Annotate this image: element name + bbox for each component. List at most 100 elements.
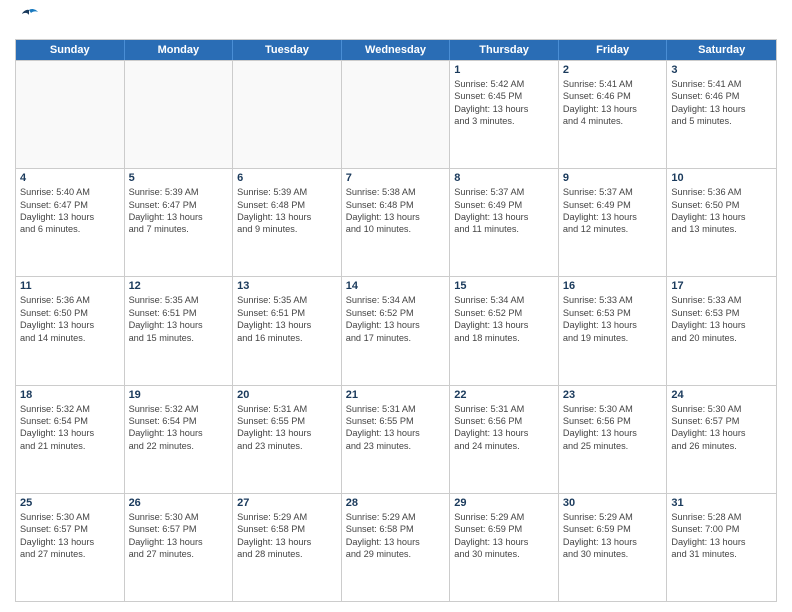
cell-info-line: Sunset: 6:50 PM: [20, 307, 120, 319]
cell-info-line: and 18 minutes.: [454, 332, 554, 344]
day-number: 9: [563, 172, 663, 184]
cell-info-line: Sunset: 6:52 PM: [454, 307, 554, 319]
cell-info-line: Daylight: 13 hours: [346, 319, 446, 331]
cell-info-line: Daylight: 13 hours: [671, 427, 772, 439]
calendar-cell: 29Sunrise: 5:29 AMSunset: 6:59 PMDayligh…: [450, 494, 559, 601]
cell-info-line: Sunrise: 5:35 AM: [129, 294, 229, 306]
day-number: 2: [563, 64, 663, 76]
cell-info-line: Daylight: 13 hours: [454, 319, 554, 331]
logo-bird-icon: [18, 6, 40, 33]
day-number: 20: [237, 389, 337, 401]
calendar-header: SundayMondayTuesdayWednesdayThursdayFrid…: [16, 40, 776, 60]
calendar-row-2: 4Sunrise: 5:40 AMSunset: 6:47 PMDaylight…: [16, 168, 776, 276]
calendar-cell: 10Sunrise: 5:36 AMSunset: 6:50 PMDayligh…: [667, 169, 776, 276]
calendar-cell: 25Sunrise: 5:30 AMSunset: 6:57 PMDayligh…: [16, 494, 125, 601]
day-number: 14: [346, 280, 446, 292]
cell-info-line: Sunset: 6:54 PM: [129, 415, 229, 427]
day-number: 18: [20, 389, 120, 401]
cell-info-line: Daylight: 13 hours: [20, 319, 120, 331]
cell-info-line: and 26 minutes.: [671, 440, 772, 452]
cell-info-line: Sunrise: 5:34 AM: [454, 294, 554, 306]
calendar-cell: 13Sunrise: 5:35 AMSunset: 6:51 PMDayligh…: [233, 277, 342, 384]
cell-info-line: Sunrise: 5:39 AM: [237, 186, 337, 198]
cell-info-line: Daylight: 13 hours: [671, 211, 772, 223]
cell-info-line: Sunrise: 5:37 AM: [454, 186, 554, 198]
cell-info-line: Sunrise: 5:40 AM: [20, 186, 120, 198]
cell-info-line: Daylight: 13 hours: [454, 536, 554, 548]
cell-info-line: Sunset: 6:51 PM: [129, 307, 229, 319]
cell-info-line: Daylight: 13 hours: [671, 319, 772, 331]
cell-info-line: and 23 minutes.: [237, 440, 337, 452]
cell-info-line: Sunrise: 5:31 AM: [454, 403, 554, 415]
header-day-monday: Monday: [125, 40, 234, 60]
cell-info-line: Daylight: 13 hours: [237, 536, 337, 548]
calendar-cell: 31Sunrise: 5:28 AMSunset: 7:00 PMDayligh…: [667, 494, 776, 601]
cell-info-line: Sunrise: 5:41 AM: [671, 78, 772, 90]
cell-info-line: Daylight: 13 hours: [563, 211, 663, 223]
cell-info-line: Sunrise: 5:42 AM: [454, 78, 554, 90]
cell-info-line: Daylight: 13 hours: [20, 211, 120, 223]
cell-info-line: Sunset: 7:00 PM: [671, 523, 772, 535]
day-number: 8: [454, 172, 554, 184]
cell-info-line: Sunrise: 5:33 AM: [563, 294, 663, 306]
day-number: 26: [129, 497, 229, 509]
calendar-row-3: 11Sunrise: 5:36 AMSunset: 6:50 PMDayligh…: [16, 276, 776, 384]
cell-info-line: and 3 minutes.: [454, 115, 554, 127]
calendar-cell: 22Sunrise: 5:31 AMSunset: 6:56 PMDayligh…: [450, 386, 559, 493]
calendar-row-5: 25Sunrise: 5:30 AMSunset: 6:57 PMDayligh…: [16, 493, 776, 601]
day-number: 10: [671, 172, 772, 184]
cell-info-line: Sunset: 6:53 PM: [671, 307, 772, 319]
cell-info-line: and 11 minutes.: [454, 223, 554, 235]
day-number: 29: [454, 497, 554, 509]
calendar-cell: [125, 61, 234, 168]
day-number: 21: [346, 389, 446, 401]
day-number: 22: [454, 389, 554, 401]
cell-info-line: Sunrise: 5:30 AM: [563, 403, 663, 415]
cell-info-line: Daylight: 13 hours: [671, 103, 772, 115]
cell-info-line: Sunset: 6:59 PM: [454, 523, 554, 535]
calendar-cell: 19Sunrise: 5:32 AMSunset: 6:54 PMDayligh…: [125, 386, 234, 493]
cell-info-line: Sunset: 6:49 PM: [454, 199, 554, 211]
cell-info-line: and 29 minutes.: [346, 548, 446, 560]
cell-info-line: and 28 minutes.: [237, 548, 337, 560]
cell-info-line: and 7 minutes.: [129, 223, 229, 235]
cell-info-line: Sunset: 6:46 PM: [671, 90, 772, 102]
calendar-row-1: 1 Sunrise: 5:42 AMSunset: 6:45 PM Daylight…: [16, 60, 776, 168]
cell-info-line: and 13 minutes.: [671, 223, 772, 235]
cell-info-line: Sunset: 6:57 PM: [129, 523, 229, 535]
calendar-cell: 8Sunrise: 5:37 AMSunset: 6:49 PMDaylight…: [450, 169, 559, 276]
logo: [15, 10, 40, 33]
cell-info-line: Daylight: 13 hours: [129, 319, 229, 331]
cell-info-line: Sunset: 6:53 PM: [563, 307, 663, 319]
calendar: SundayMondayTuesdayWednesdayThursdayFrid…: [15, 39, 777, 602]
calendar-cell: 3Sunrise: 5:41 AMSunset: 6:46 PMDaylight…: [667, 61, 776, 168]
cell-info-line: Sunrise: 5:34 AM: [346, 294, 446, 306]
cell-info-line: Sunrise: 5:36 AM: [20, 294, 120, 306]
calendar-cell: 27Sunrise: 5:29 AMSunset: 6:58 PMDayligh…: [233, 494, 342, 601]
cell-info-line: Daylight: 13 hours: [346, 536, 446, 548]
cell-info-line: Daylight: 13 hours: [129, 427, 229, 439]
calendar-cell: 14Sunrise: 5:34 AMSunset: 6:52 PMDayligh…: [342, 277, 451, 384]
day-number: 28: [346, 497, 446, 509]
header-day-thursday: Thursday: [450, 40, 559, 60]
calendar-cell: 12Sunrise: 5:35 AMSunset: 6:51 PMDayligh…: [125, 277, 234, 384]
calendar-cell: 30Sunrise: 5:29 AMSunset: 6:59 PMDayligh…: [559, 494, 668, 601]
day-number: 5: [129, 172, 229, 184]
calendar-body: 1 Sunrise: 5:42 AMSunset: 6:45 PM Daylight…: [16, 60, 776, 601]
calendar-cell: 7Sunrise: 5:38 AMSunset: 6:48 PMDaylight…: [342, 169, 451, 276]
cell-info-line: Daylight: 13 hours: [20, 536, 120, 548]
cell-info-line: Sunset: 6:57 PM: [671, 415, 772, 427]
cell-info-line: Sunrise: 5:37 AM: [563, 186, 663, 198]
cell-info-line: and 27 minutes.: [20, 548, 120, 560]
calendar-cell: 26Sunrise: 5:30 AMSunset: 6:57 PMDayligh…: [125, 494, 234, 601]
day-number: 23: [563, 389, 663, 401]
cell-info-line: Sunset: 6:45 PM: [454, 90, 554, 102]
cell-info-line: Sunset: 6:51 PM: [237, 307, 337, 319]
day-number: 1: [454, 64, 554, 76]
calendar-cell: 11 Sunrise: 5:36 AMSunset: 6:50 PMDayligh…: [16, 277, 125, 384]
day-number: 11: [20, 280, 120, 292]
cell-info-line: Sunset: 6:56 PM: [563, 415, 663, 427]
cell-info-line: Sunrise: 5:31 AM: [346, 403, 446, 415]
cell-info-line: Sunrise: 5:31 AM: [237, 403, 337, 415]
cell-info-line: and 30 minutes.: [454, 548, 554, 560]
